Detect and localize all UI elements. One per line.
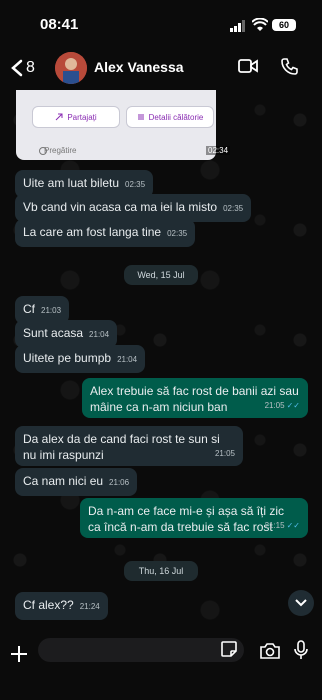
contact-name[interactable]: Alex Vanessa bbox=[94, 59, 184, 75]
scroll-down-icon bbox=[295, 599, 307, 607]
camera-icon[interactable] bbox=[259, 642, 281, 660]
message-time: 21:05 bbox=[214, 449, 235, 458]
chat-area[interactable]: Partajați Detalii călătorie Pregătire 02… bbox=[0, 90, 322, 645]
message-time: 02:35 bbox=[125, 180, 146, 189]
message-time: 21:06 bbox=[109, 478, 130, 487]
status-time: 08:41 bbox=[40, 16, 79, 33]
card-buttons: Partajați Detalii călătorie bbox=[32, 106, 214, 128]
message-time: 21:24 bbox=[79, 602, 100, 611]
message-incoming[interactable]: Sunt acasa 21:04 bbox=[15, 320, 118, 348]
message-incoming[interactable]: Cf alex?? 21:24 bbox=[15, 592, 108, 620]
avatar[interactable] bbox=[55, 52, 87, 84]
message-time: 21:04 bbox=[89, 330, 110, 339]
chat-header: 8 Alex Vanessa bbox=[0, 48, 322, 90]
back-chevron-icon bbox=[11, 59, 23, 77]
date-separator: Wed, 15 Jul bbox=[124, 265, 198, 285]
message-text: Uitete pe bumpb bbox=[23, 351, 112, 365]
message-outgoing[interactable]: Da n-am ce face mi-e și așa să îți zic c… bbox=[80, 498, 308, 538]
read-receipt-icon: ✓✓ bbox=[286, 521, 300, 530]
card-status: Pregătire bbox=[44, 146, 77, 155]
message-time: 21:05 bbox=[264, 401, 285, 410]
message-meta: 21:05 ✓✓ bbox=[265, 398, 300, 414]
plus-icon[interactable] bbox=[10, 645, 28, 663]
video-call-icon[interactable] bbox=[238, 58, 258, 74]
share-button[interactable]: Partajați bbox=[32, 106, 120, 128]
message-incoming[interactable]: La care am fost langa tine 02:35 bbox=[15, 219, 196, 247]
message-text: Vb cand vin acasa ca ma iei la misto bbox=[23, 200, 218, 214]
back-button[interactable]: 8 bbox=[10, 54, 46, 82]
message-input[interactable] bbox=[38, 638, 244, 662]
message-text: Da n-am ce face mi-e și așa să îți zic c… bbox=[88, 504, 285, 534]
message-text: Da alex da de cand faci rost te sun si n… bbox=[23, 432, 220, 462]
wifi-icon bbox=[252, 18, 268, 31]
message-time: 21:04 bbox=[117, 355, 138, 364]
message-incoming[interactable]: Vb cand vin acasa ca ma iei la misto 02:3… bbox=[15, 194, 252, 222]
compose-bar bbox=[0, 638, 322, 700]
share-label: Partajați bbox=[67, 112, 97, 122]
list-icon bbox=[137, 114, 144, 120]
trip-details-label: Detalii călătorie bbox=[148, 112, 204, 122]
message-text: Sunt acasa bbox=[23, 326, 84, 340]
message-text: Cf bbox=[23, 302, 35, 316]
message-outgoing[interactable]: Alex trebuie să fac rost de banii azi sa… bbox=[82, 378, 308, 418]
battery-indicator: 60 bbox=[272, 19, 296, 31]
card-time: 02:34 bbox=[206, 146, 231, 155]
read-receipt-icon: ✓✓ bbox=[286, 401, 300, 410]
message-text: Ca nam nici eu bbox=[23, 474, 104, 488]
phone-icon[interactable] bbox=[281, 57, 299, 75]
scroll-down-button[interactable] bbox=[288, 590, 314, 616]
avatar-image bbox=[55, 52, 87, 84]
message-time: 21:15 bbox=[264, 521, 285, 530]
message-incoming[interactable]: Da alex da de cand faci rost te sun si n… bbox=[15, 426, 243, 466]
message-incoming[interactable]: Uitete pe bumpb 21:04 bbox=[15, 345, 146, 373]
message-time: 02:35 bbox=[223, 204, 244, 213]
message-text: Cf alex?? bbox=[23, 598, 74, 612]
date-separator: Thu, 16 Jul bbox=[124, 561, 198, 581]
sticker-icon[interactable] bbox=[220, 640, 238, 658]
message-time: 21:03 bbox=[41, 306, 62, 315]
microphone-icon[interactable] bbox=[294, 640, 308, 660]
back-count: 8 bbox=[26, 59, 35, 76]
message-text: La care am fost langa tine bbox=[23, 225, 162, 239]
trip-details-button[interactable]: Detalii călătorie bbox=[126, 106, 214, 128]
message-time: 02:35 bbox=[167, 229, 188, 238]
message-incoming[interactable]: Ca nam nici eu 21:06 bbox=[15, 468, 138, 496]
message-meta: 21:15 ✓✓ bbox=[265, 518, 300, 534]
shared-trip-card[interactable]: Partajați Detalii călătorie Pregătire 02… bbox=[16, 90, 231, 160]
status-bar: 08:41 60 bbox=[0, 0, 322, 48]
signal-icon bbox=[230, 20, 245, 32]
message-text: Uite am luat biletu bbox=[23, 176, 120, 190]
share-icon bbox=[55, 113, 63, 121]
